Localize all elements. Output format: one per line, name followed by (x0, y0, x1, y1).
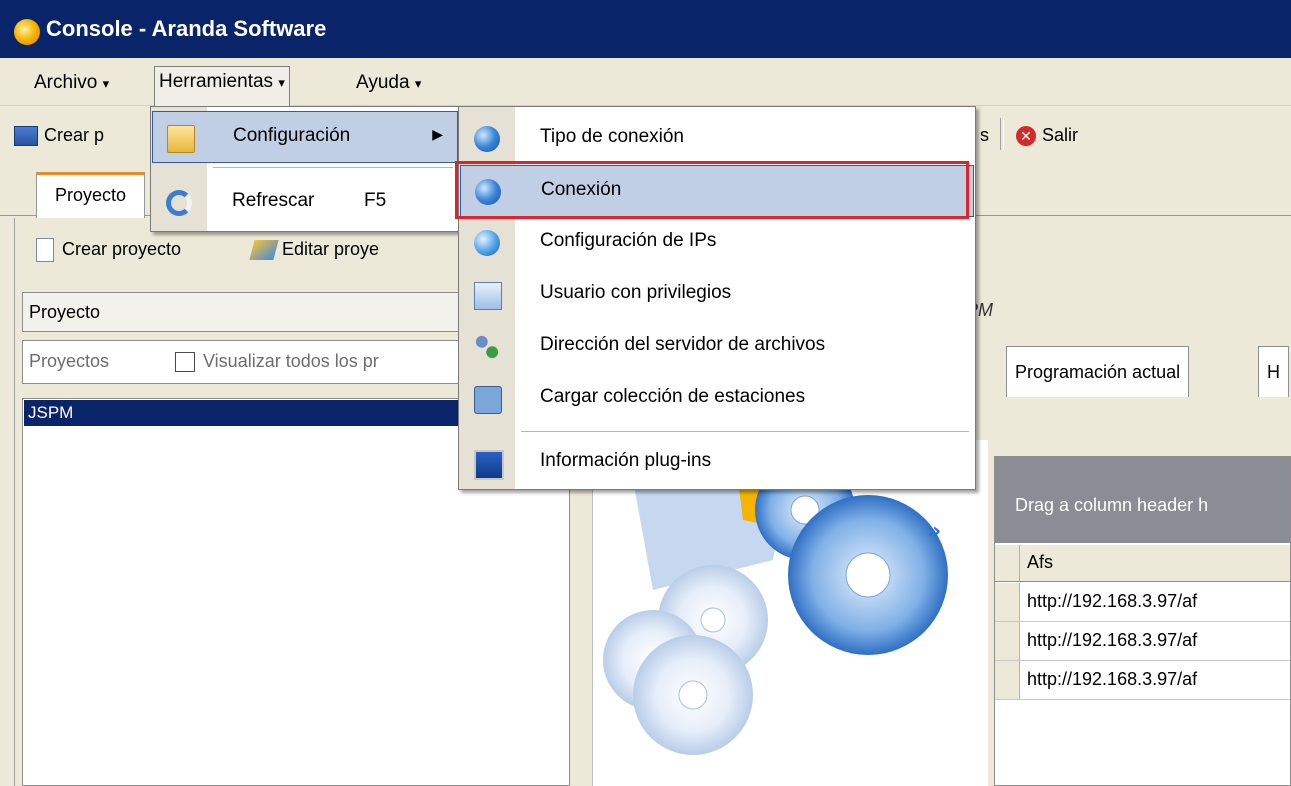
network-globe-icon (474, 230, 500, 256)
show-all-checkbox[interactable] (175, 352, 195, 372)
chevron-down-icon: ▾ (414, 76, 422, 91)
splash-illustration: » (592, 440, 988, 786)
table-row[interactable]: http://192.168.3.97/af (995, 622, 1290, 661)
refresh-icon (166, 190, 192, 216)
tab-programacion-actual[interactable]: Programación actual (1006, 346, 1190, 397)
menu-herramientas[interactable]: Herramientas ▾ (154, 66, 290, 107)
menu-archivo-label: Archivo (34, 72, 98, 93)
submenu-arrow-icon: ▶ (432, 126, 443, 142)
chevron-down-icon: ▾ (278, 75, 285, 90)
salir-label: Salir (1042, 125, 1079, 145)
menu-item-cargar-coleccion[interactable]: Cargar colección de estaciones (460, 373, 974, 423)
menu-item-label: Usuario con privilegios (540, 282, 732, 303)
user-card-icon (474, 282, 502, 310)
table-row[interactable]: http://192.168.3.97/af (995, 583, 1290, 622)
row-indicator (995, 622, 1020, 660)
cell-afs: http://192.168.3.97/af (1027, 669, 1198, 689)
cd-discs-illustration: » (593, 440, 988, 786)
create-label: Crear p (44, 125, 105, 145)
menu-item-refrescar[interactable]: Refrescar F5 (152, 177, 458, 227)
edit-project-label: Editar proye (282, 239, 380, 259)
tab-proyectos[interactable]: Proyecto (36, 172, 146, 219)
create-icon (14, 126, 38, 147)
menu-item-usuario-con-privilegios[interactable]: Usuario con privilegios (460, 269, 974, 319)
menu-item-label: Refrescar (232, 190, 315, 211)
menu-item-tipo-de-conexion[interactable]: Tipo de conexión (460, 113, 974, 163)
cell-afs: http://192.168.3.97/af (1027, 630, 1198, 650)
menu-item-label: Tipo de conexión (540, 126, 685, 147)
menu-bar: Archivo ▾ Herramientas ▾ Ayuda ▾ (0, 58, 1291, 107)
document-icon (36, 238, 54, 263)
svg-text:»: » (927, 519, 941, 544)
projects-filter-label: Proyectos (29, 351, 110, 371)
menu-item-label: Dirección del servidor de archivos (540, 334, 826, 355)
afs-grid: Drag a column header h Afs http://192.16… (994, 456, 1291, 786)
reload-stations-icon (474, 386, 502, 414)
toolbar-fragment: s (980, 125, 989, 145)
chevron-down-icon: ▾ (102, 76, 110, 91)
column-header-afs[interactable]: Afs (1027, 552, 1053, 573)
grid-column-header-row: Afs (995, 545, 1290, 582)
menu-ayuda[interactable]: Ayuda ▾ (352, 68, 425, 98)
monitor-plugin-icon (474, 450, 504, 480)
cell-afs: http://192.168.3.97/af (1027, 591, 1198, 611)
menu-item-shortcut: F5 (364, 190, 387, 211)
menu-item-label: Cargar colección de estaciones (540, 386, 806, 407)
close-icon: ✕ (1016, 126, 1036, 147)
configuracion-submenu: Tipo de conexión Conexión Configuración … (455, 106, 976, 490)
menu-item-label: Información plug-ins (540, 450, 712, 471)
window-title: Console - Aranda Software (46, 16, 327, 41)
menu-item-label: Configuración de IPs (540, 230, 717, 251)
menu-separator (521, 431, 969, 432)
menu-item-informacion-plugins[interactable]: Información plug-ins (460, 437, 974, 487)
show-all-label: Visualizar todos los pr (203, 351, 379, 371)
menu-item-configuracion-de-ips[interactable]: Configuración de IPs (460, 217, 974, 267)
edit-icon (249, 240, 279, 261)
herramientas-dropdown: Configuración ▶ Refrescar F5 (150, 106, 460, 232)
create-project-button[interactable]: Crear proyecto (36, 234, 181, 264)
menu-archivo[interactable]: Archivo ▾ (30, 68, 113, 98)
folder-gear-icon (167, 125, 195, 153)
row-indicator-header (995, 545, 1020, 581)
row-indicator (995, 583, 1020, 621)
detail-tabstrip: Programación actual H (994, 346, 1291, 398)
menu-item-label: Configuración (233, 125, 351, 146)
aranda-app-icon (14, 19, 40, 45)
globe-icon (474, 126, 500, 152)
server-users-icon (474, 334, 500, 360)
create-project-label: Crear proyecto (62, 239, 182, 259)
create-button[interactable]: Crear p (14, 120, 104, 150)
menu-ayuda-label: Ayuda (356, 72, 410, 93)
group-by-hint[interactable]: Drag a column header h (995, 457, 1290, 543)
menu-herramientas-label: Herramientas (159, 71, 274, 92)
tab-h[interactable]: H (1258, 346, 1289, 397)
title-bar: Console - Aranda Software (0, 0, 1291, 58)
menu-item-configuracion[interactable]: Configuración ▶ (152, 111, 458, 163)
row-indicator (995, 661, 1020, 699)
edit-project-button[interactable]: Editar proye (249, 234, 380, 264)
menu-item-direccion-servidor[interactable]: Dirección del servidor de archivos (460, 321, 974, 371)
menu-separator (213, 167, 453, 168)
table-row[interactable]: http://192.168.3.97/af (995, 661, 1290, 700)
highlight-box (455, 161, 969, 219)
toolbar-separator (1000, 118, 1004, 150)
salir-button[interactable]: ✕ Salir (1016, 120, 1078, 150)
